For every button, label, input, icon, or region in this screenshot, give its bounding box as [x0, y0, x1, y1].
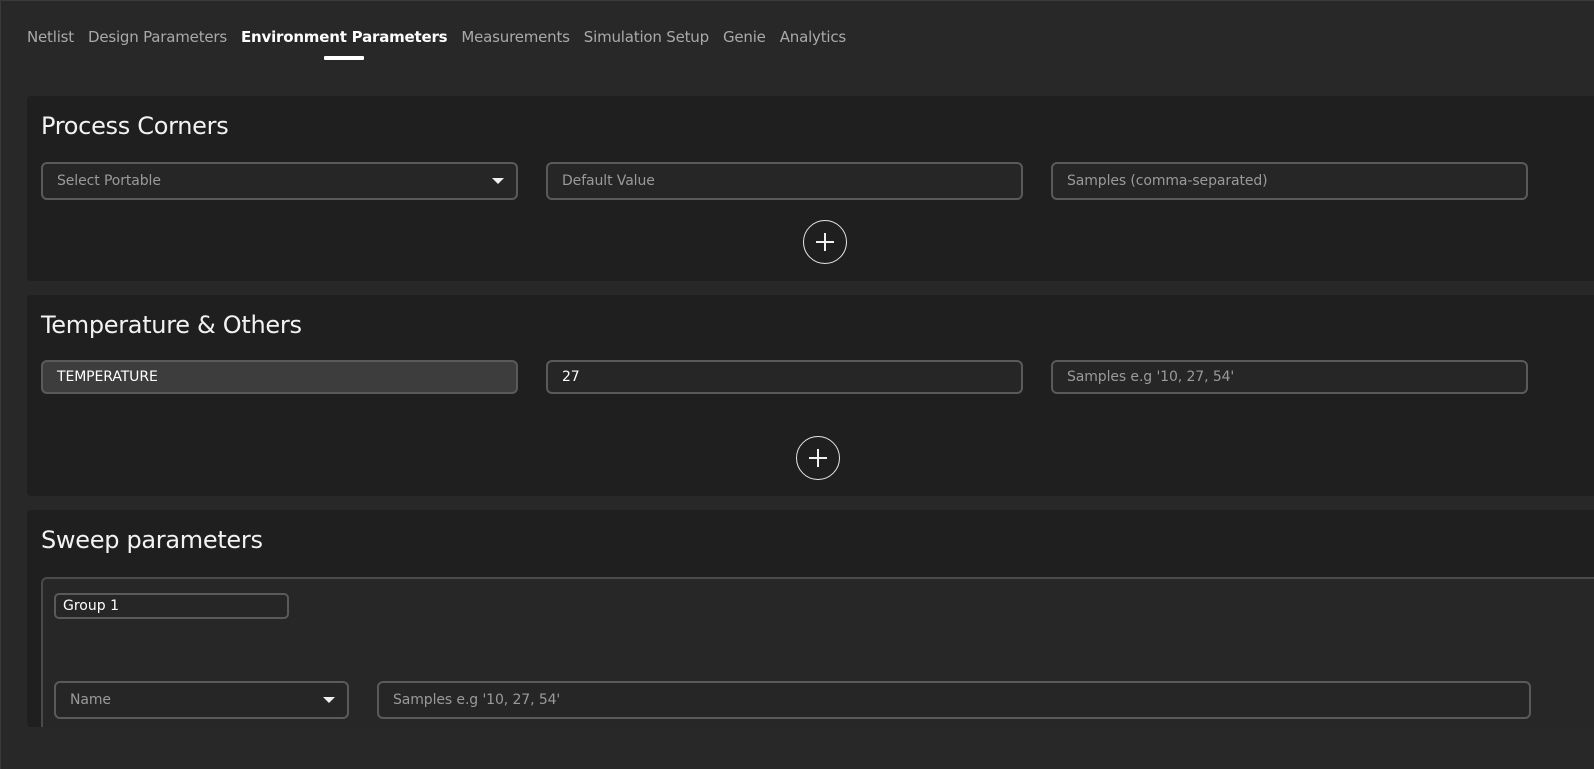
- process-corners-section: Process Corners Select Portable Default …: [27, 96, 1594, 281]
- app-window: Netlist Design Parameters Environment Pa…: [0, 0, 1594, 769]
- plus-icon: [809, 449, 827, 467]
- process-corners-title: Process Corners: [41, 112, 229, 140]
- temperature-samples-input[interactable]: Samples e.g '10, 27, 54': [1051, 360, 1528, 394]
- chevron-down-icon: [492, 178, 504, 184]
- sweep-name-select[interactable]: Name: [54, 681, 349, 719]
- temperature-title: Temperature & Others: [41, 311, 302, 339]
- portable-select-placeholder: Select Portable: [57, 173, 161, 189]
- sweep-name-placeholder: Name: [70, 692, 111, 708]
- default-value-input[interactable]: Default Value: [546, 162, 1023, 200]
- tab-analytics[interactable]: Analytics: [780, 1, 847, 46]
- temperature-section: Temperature & Others TEMPERATURE 27 Samp…: [27, 295, 1594, 496]
- group-name-input[interactable]: Group 1: [54, 593, 289, 619]
- tab-design-parameters[interactable]: Design Parameters: [88, 1, 227, 46]
- sweep-title: Sweep parameters: [41, 526, 263, 554]
- tab-bar: Netlist Design Parameters Environment Pa…: [27, 1, 860, 63]
- add-environment-parameter-button[interactable]: [796, 436, 840, 480]
- sweep-samples-input[interactable]: Samples e.g '10, 27, 54': [377, 681, 1531, 719]
- add-process-corner-button[interactable]: [803, 220, 847, 264]
- tab-simulation-setup[interactable]: Simulation Setup: [584, 1, 709, 46]
- tab-environment-parameters[interactable]: Environment Parameters: [241, 1, 448, 60]
- portable-select[interactable]: Select Portable: [41, 162, 518, 200]
- samples-input[interactable]: Samples (comma-separated): [1051, 162, 1528, 200]
- sweep-section: Sweep parameters Group 1 Name Samples e.…: [27, 510, 1594, 727]
- temperature-default-input[interactable]: 27: [546, 360, 1023, 394]
- tab-netlist[interactable]: Netlist: [27, 1, 74, 46]
- sweep-group-box: Group 1 Name Samples e.g '10, 27, 54': [41, 577, 1594, 727]
- tab-measurements[interactable]: Measurements: [461, 1, 570, 46]
- chevron-down-icon: [323, 697, 335, 703]
- plus-icon: [816, 233, 834, 251]
- temperature-name-field[interactable]: TEMPERATURE: [41, 360, 518, 394]
- tab-genie[interactable]: Genie: [723, 1, 766, 46]
